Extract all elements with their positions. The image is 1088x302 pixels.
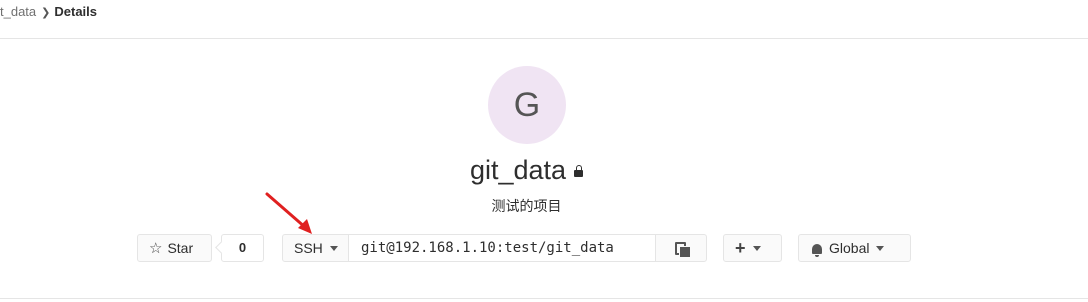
breadcrumb: t_data ❯ Details (0, 4, 97, 21)
notification-label: Global (829, 240, 870, 256)
caret-down-icon (876, 246, 885, 251)
plus-icon: + (735, 238, 746, 258)
chevron-right-icon: ❯ (41, 7, 51, 19)
project-name: git_data (469, 155, 567, 185)
protocol-label: SSH (294, 240, 323, 256)
divider (0, 298, 1088, 299)
add-new-dropdown[interactable]: + (723, 234, 782, 262)
star-count[interactable]: 0 (221, 234, 264, 262)
bell-icon (812, 244, 822, 257)
star-icon: ☆ (149, 240, 163, 257)
project-title: git_data (0, 152, 1053, 188)
clone-url-input[interactable] (348, 234, 656, 262)
lock-icon (574, 165, 584, 177)
project-description: 测试的项目 (491, 198, 562, 214)
breadcrumb-current[interactable]: Details (54, 4, 97, 19)
annotation-arrow (265, 192, 312, 234)
caret-down-icon (752, 246, 761, 251)
copy-url-button[interactable] (655, 234, 707, 262)
star-button[interactable]: ☆ Star (137, 234, 212, 262)
clone-protocol-dropdown[interactable]: SSH (282, 234, 349, 262)
project-avatar: G (488, 66, 566, 144)
top-bar: t_data ❯ Details (0, 0, 1088, 39)
breadcrumb-project-link[interactable]: t_data (0, 4, 36, 19)
notification-dropdown[interactable]: Global (798, 234, 911, 262)
caret-down-icon (329, 246, 338, 251)
star-label: Star (167, 240, 194, 256)
